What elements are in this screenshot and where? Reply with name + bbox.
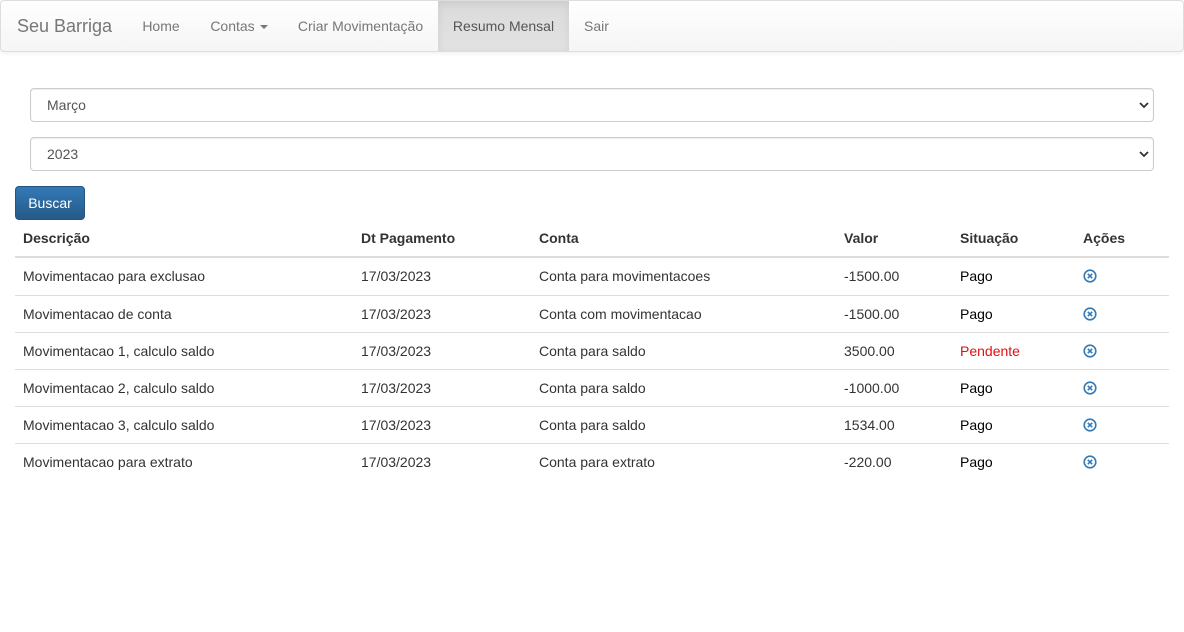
header-dt-pagamento: Dt Pagamento [361,230,456,246]
cell-descricao: Movimentacao de conta [23,306,172,322]
remove-circle-icon[interactable] [1083,455,1097,469]
cell-descricao: Movimentacao 3, calculo saldo [23,417,215,433]
table-row: Movimentacao 2, calculo saldo 17/03/2023 C… [15,369,1169,406]
nav-resumo-mensal[interactable]: Resumo Mensal [438,1,569,51]
cell-dt-pagamento: 17/03/2023 [361,268,432,284]
header-valor: Valor [844,230,879,246]
cell-conta: Conta para saldo [539,343,646,359]
search-button[interactable]: Buscar [15,186,85,220]
remove-circle-icon[interactable] [1083,344,1097,358]
cell-descricao: Movimentacao 2, calculo saldo [23,380,215,396]
cell-descricao: Movimentacao para exclusao [23,268,206,284]
nav-home-label: Home [142,18,180,34]
cell-valor: 3500.00 [844,343,895,359]
year-select[interactable]: 2023 [30,137,1154,171]
table-header: Descrição Dt Pagamento Conta Valor Situa… [15,224,1169,258]
brand-link[interactable]: Seu Barriga [17,1,112,51]
cell-situacao: Pago [960,268,993,284]
cell-valor: -1000.00 [844,380,900,396]
table-row: Movimentacao para extrato 17/03/2023 Conta… [15,443,1169,480]
cell-dt-pagamento: 17/03/2023 [361,343,432,359]
cell-dt-pagamento: 17/03/2023 [361,306,432,322]
cell-situacao: Pago [960,380,993,396]
nav-sair[interactable]: Sair [569,1,624,51]
cell-dt-pagamento: 17/03/2023 [361,454,432,470]
header-conta: Conta [539,230,579,246]
caret-down-icon [259,25,268,30]
cell-valor: -220.00 [844,454,892,470]
remove-circle-icon[interactable] [1083,307,1097,321]
table-body: Movimentacao para exclusao 17/03/2023 Cont… [15,258,1169,480]
cell-descricao: Movimentacao para extrato [23,454,193,470]
cell-conta: Conta para saldo [539,417,646,433]
table-row: Movimentacao para exclusao 17/03/2023 Cont… [15,258,1169,295]
cell-situacao: Pago [960,306,993,322]
cell-dt-pagamento: 17/03/2023 [361,380,432,396]
cell-situacao: Pago [960,454,993,470]
cell-conta: Conta com movimentacao [539,306,702,322]
cell-valor: -1500.00 [844,268,900,284]
header-descricao: Descrição [23,230,90,246]
table-row: Movimentacao 1, calculo saldo 17/03/2023 C… [15,332,1169,369]
navbar: Seu Barriga Home Contas Criar Movimentaç… [0,0,1184,52]
cell-valor: 1534.00 [844,417,895,433]
results-table: Descrição Dt Pagamento Conta Valor Situa… [15,224,1169,480]
chevron-down-icon [1139,102,1149,109]
cell-dt-pagamento: 17/03/2023 [361,417,432,433]
cell-conta: Conta para movimentacoes [539,268,711,284]
month-select[interactable]: Março [30,88,1154,122]
nav-contas-label: Contas [210,18,255,34]
remove-circle-icon[interactable] [1083,418,1097,432]
table-row: Movimentacao 3, calculo saldo 17/03/2023 C… [15,406,1169,443]
month-select-value: Março [47,97,86,113]
nav-resumo-mensal-label: Resumo Mensal [452,18,555,34]
cell-situacao: Pendente [960,343,1020,359]
header-situacao: Situação [960,230,1019,246]
remove-circle-icon[interactable] [1083,269,1097,283]
remove-circle-icon[interactable] [1083,381,1097,395]
nav-sair-label: Sair [584,18,609,34]
nav-criar-movimentacao-label: Criar Movimentação [297,18,424,34]
year-select-value: 2023 [47,146,79,162]
cell-valor: -1500.00 [844,306,900,322]
table-row: Movimentacao de conta 17/03/2023 Conta com… [15,295,1169,332]
cell-conta: Conta para saldo [539,380,646,396]
cell-descricao: Movimentacao 1, calculo saldo [23,343,215,359]
header-acoes: Ações [1083,230,1126,246]
cell-conta: Conta para extrato [539,454,655,470]
nav-contas-dropdown[interactable]: Contas [195,1,283,51]
nav-criar-movimentacao[interactable]: Criar Movimentação [283,1,438,51]
nav-home[interactable]: Home [127,1,195,51]
chevron-down-icon [1139,151,1149,158]
cell-situacao: Pago [960,417,993,433]
